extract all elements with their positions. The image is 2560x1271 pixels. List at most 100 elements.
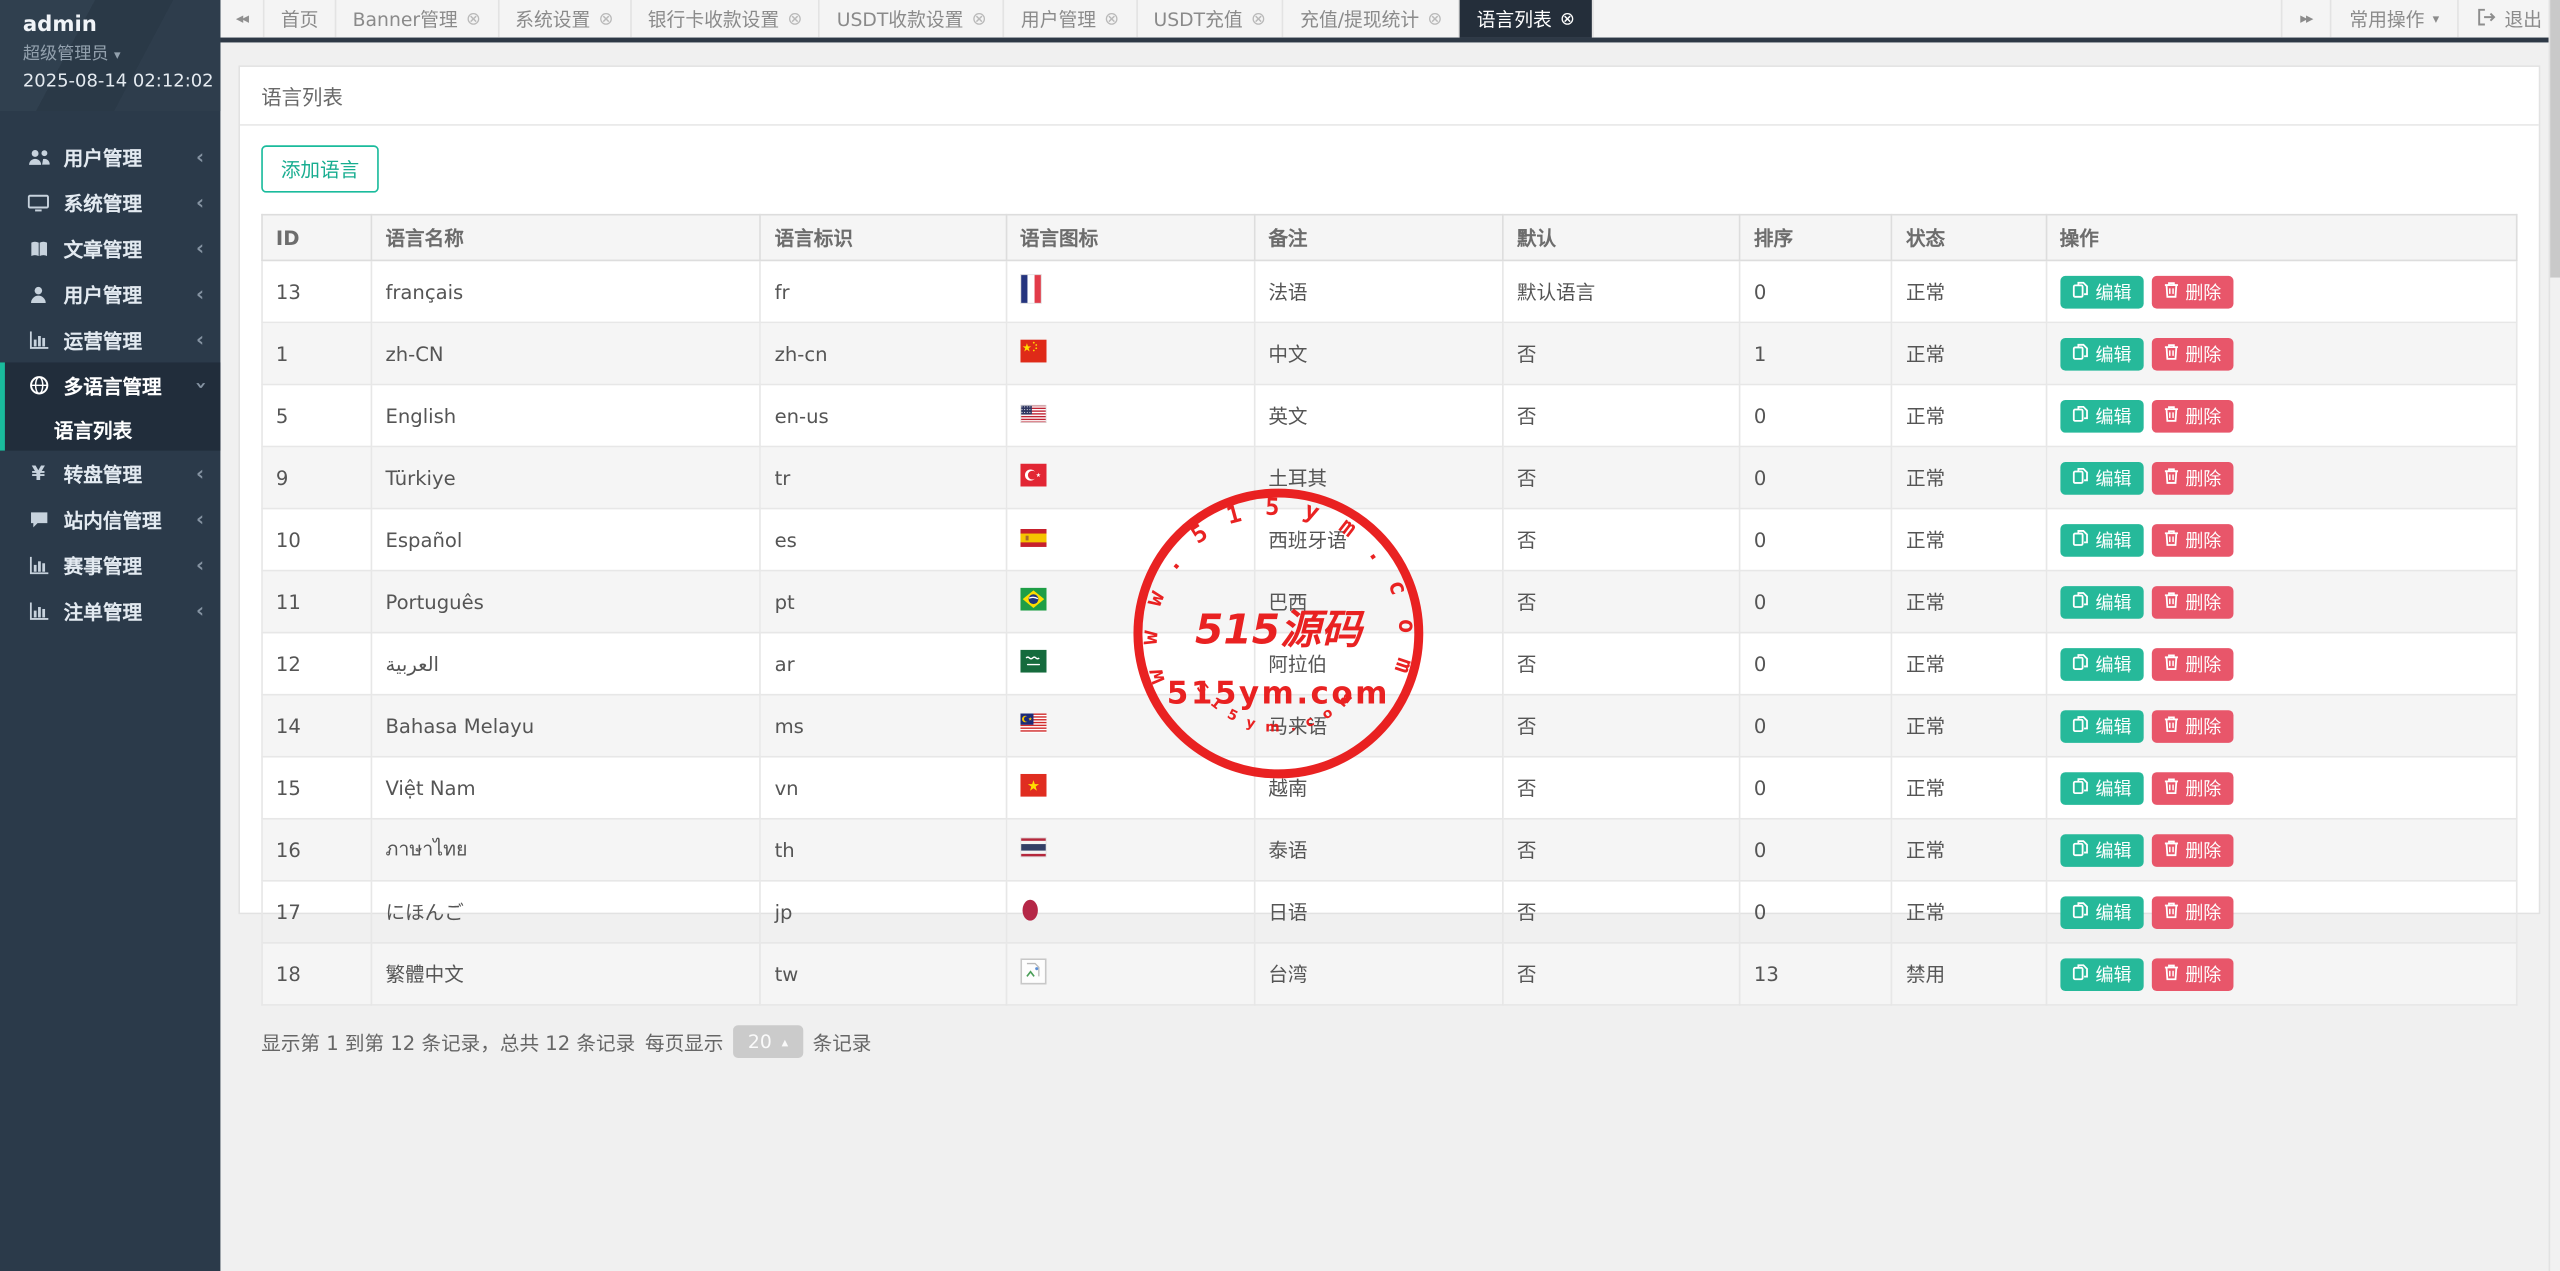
edit-button[interactable]: 编辑 [2060,771,2143,804]
sidebar-item-label: 转盘管理 [64,460,142,488]
tab-0[interactable]: 首页 [264,0,336,38]
sidebar-item[interactable]: ¥转盘管理‹ [0,451,220,497]
sidebar-item[interactable]: 用户管理‹ [0,134,220,180]
edit-button[interactable]: 编辑 [2060,647,2143,680]
delete-button[interactable]: 删除 [2151,275,2233,308]
cell-default: 默认语言 [1503,260,1740,322]
delete-label: 删除 [2185,340,2221,366]
cell-id: 16 [262,819,372,881]
sidebar-item[interactable]: 运营管理‹ [0,317,220,363]
chart-icon [24,331,52,349]
cell-flag [1006,695,1255,757]
tab-6[interactable]: USDT充值⊗ [1137,0,1284,38]
table-row: 14Bahasa Melayums马来语否0正常编辑删除 [262,695,2517,757]
flag-es-icon [1020,528,1046,546]
per-page-unit: 条记录 [813,1028,872,1056]
tab-7[interactable]: 充值/提现统计⊗ [1284,0,1460,38]
caret-down-icon: ▾ [2433,11,2440,26]
delete-button[interactable]: 删除 [2151,833,2233,866]
close-tab-icon[interactable]: ⊗ [972,10,987,28]
user-role-dropdown[interactable]: 超级管理员 ▾ [23,41,221,65]
cell-sort: 0 [1740,384,1892,446]
cell-actions: 编辑删除 [2046,757,2517,819]
edit-icon [2071,652,2089,675]
edit-button[interactable]: 编辑 [2060,275,2143,308]
delete-button[interactable]: 删除 [2151,958,2233,991]
cell-remark: 法语 [1254,260,1503,322]
close-tab-icon[interactable]: ⊗ [1560,10,1575,28]
add-language-button[interactable]: 添加语言 [261,145,379,192]
delete-button[interactable]: 删除 [2151,709,2233,742]
edit-button[interactable]: 编辑 [2060,399,2143,432]
sidebar-item[interactable]: 注单管理‹ [0,588,220,634]
sidebar-item[interactable]: 多语言管理‹ [5,362,221,408]
delete-label: 删除 [2185,589,2221,615]
sidebar-group: ¥转盘管理‹ [0,451,220,497]
sidebar-item[interactable]: 系统管理‹ [0,180,220,226]
delete-button[interactable]: 删除 [2151,461,2233,494]
close-tab-icon[interactable]: ⊗ [466,10,481,28]
scrollbar-thumb[interactable] [2550,0,2560,278]
tab-3[interactable]: 银行卡收款设置⊗ [631,0,820,38]
edit-button[interactable]: 编辑 [2060,461,2143,494]
delete-button[interactable]: 删除 [2151,771,2233,804]
cell-sort: 13 [1740,943,1892,1005]
sidebar-item[interactable]: 赛事管理‹ [0,542,220,588]
delete-button[interactable]: 删除 [2151,337,2233,370]
close-tab-icon[interactable]: ⊗ [1104,10,1119,28]
edit-label: 编辑 [2096,464,2132,490]
delete-button[interactable]: 删除 [2151,523,2233,556]
cell-code: th [761,819,1006,881]
cell-name: にほんご [372,881,761,943]
delete-button[interactable]: 删除 [2151,896,2233,929]
cell-default: 否 [1503,943,1740,1005]
cell-name: Português [372,571,761,633]
common-actions-label: 常用操作 [2349,6,2424,32]
tab-active[interactable]: 语言列表⊗ [1460,0,1593,38]
sidebar-item[interactable]: 用户管理‹ [0,271,220,317]
cell-remark: 巴西 [1254,571,1503,633]
tabs-scroll-left-icon[interactable]: ◂◂ [220,0,264,38]
edit-button[interactable]: 编辑 [2060,958,2143,991]
edit-button[interactable]: 编辑 [2060,585,2143,618]
delete-button[interactable]: 删除 [2151,647,2233,680]
delete-button[interactable]: 删除 [2151,399,2233,432]
edit-button[interactable]: 编辑 [2060,337,2143,370]
cell-id: 18 [262,943,372,1005]
sidebar-item[interactable]: 文章管理‹ [0,225,220,271]
tabs-scroll-right-icon[interactable]: ▸▸ [2281,0,2330,38]
close-tab-icon[interactable]: ⊗ [598,10,613,28]
cell-name: zh-CN [372,322,761,384]
cell-flag [1006,447,1255,509]
cell-code: es [761,509,1006,571]
edit-button[interactable]: 编辑 [2060,896,2143,929]
vertical-scrollbar[interactable] [2549,0,2560,1271]
sidebar-subitem[interactable]: 语言列表 [5,408,221,450]
sidebar-item[interactable]: 站内信管理‹ [0,496,220,542]
tab-2[interactable]: 系统设置⊗ [499,0,632,38]
common-actions-dropdown[interactable]: 常用操作 ▾ [2330,0,2457,38]
cell-remark: 中文 [1254,322,1503,384]
tab-1[interactable]: Banner管理⊗ [336,0,499,38]
edit-button[interactable]: 编辑 [2060,523,2143,556]
cell-remark: 日语 [1254,881,1503,943]
logout-button[interactable]: 退出 [2457,0,2560,38]
edit-button[interactable]: 编辑 [2060,709,2143,742]
cell-status: 正常 [1892,260,2046,322]
edit-icon [2071,590,2089,613]
flag-cn-icon [1020,340,1046,363]
column-header: 操作 [2046,215,2517,261]
tab-4[interactable]: USDT收款设置⊗ [820,0,1004,38]
close-tab-icon[interactable]: ⊗ [1427,10,1442,28]
sidebar: admin 超级管理员 ▾ 2025-08-14 02:12:02 用户管理‹系… [0,0,220,1271]
page-size-dropdown[interactable]: 20 ▴ [733,1025,803,1058]
close-tab-icon[interactable]: ⊗ [787,10,802,28]
cell-flag [1006,757,1255,819]
edit-icon [2071,404,2089,427]
table-row: 13françaisfr法语默认语言0正常编辑删除 [262,260,2517,322]
tab-5[interactable]: 用户管理⊗ [1005,0,1138,38]
edit-button[interactable]: 编辑 [2060,833,2143,866]
close-tab-icon[interactable]: ⊗ [1251,10,1266,28]
cell-remark: 越南 [1254,757,1503,819]
delete-button[interactable]: 删除 [2151,585,2233,618]
